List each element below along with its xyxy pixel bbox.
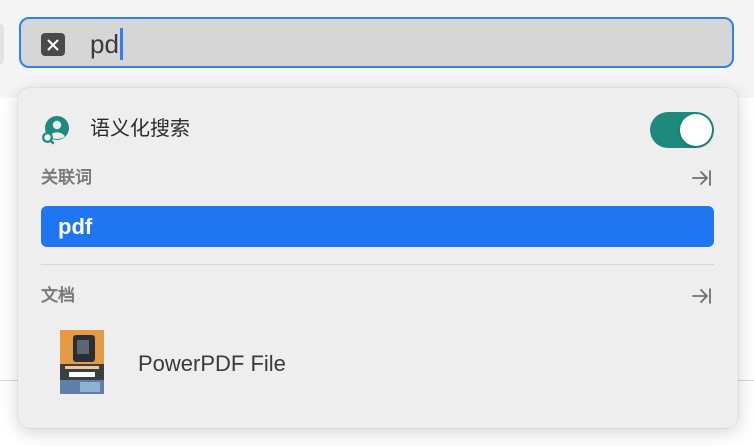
text-caret <box>119 28 123 60</box>
semantic-search-toggle[interactable] <box>650 112 714 148</box>
related-terms-title: 关联词 <box>41 168 92 187</box>
document-thumbnail <box>60 330 104 394</box>
document-item[interactable]: PowerPDF File <box>41 324 714 402</box>
semantic-search-label: 语义化搜索 <box>90 118 190 140</box>
document-name: PowerPDF File <box>138 351 286 376</box>
suggestion-item-pdf[interactable]: pdf <box>41 206 714 247</box>
toggle-knob <box>680 114 712 146</box>
suggestion-label: pdf <box>58 213 93 239</box>
arrow-to-right-icon[interactable] <box>691 285 713 307</box>
search-query: pd <box>90 29 119 59</box>
background-edge <box>0 24 4 64</box>
section-divider <box>41 264 714 265</box>
search-input[interactable]: pd <box>90 28 123 60</box>
arrow-to-right-icon[interactable] <box>691 167 713 189</box>
search-dropdown: 语义化搜索 关联词 pdf 文档 PowerPDF File <box>18 88 738 428</box>
documents-title: 文档 <box>41 286 75 305</box>
person-search-icon <box>42 116 69 145</box>
close-x-icon[interactable] <box>41 33 65 56</box>
search-field[interactable]: pd <box>19 17 734 68</box>
